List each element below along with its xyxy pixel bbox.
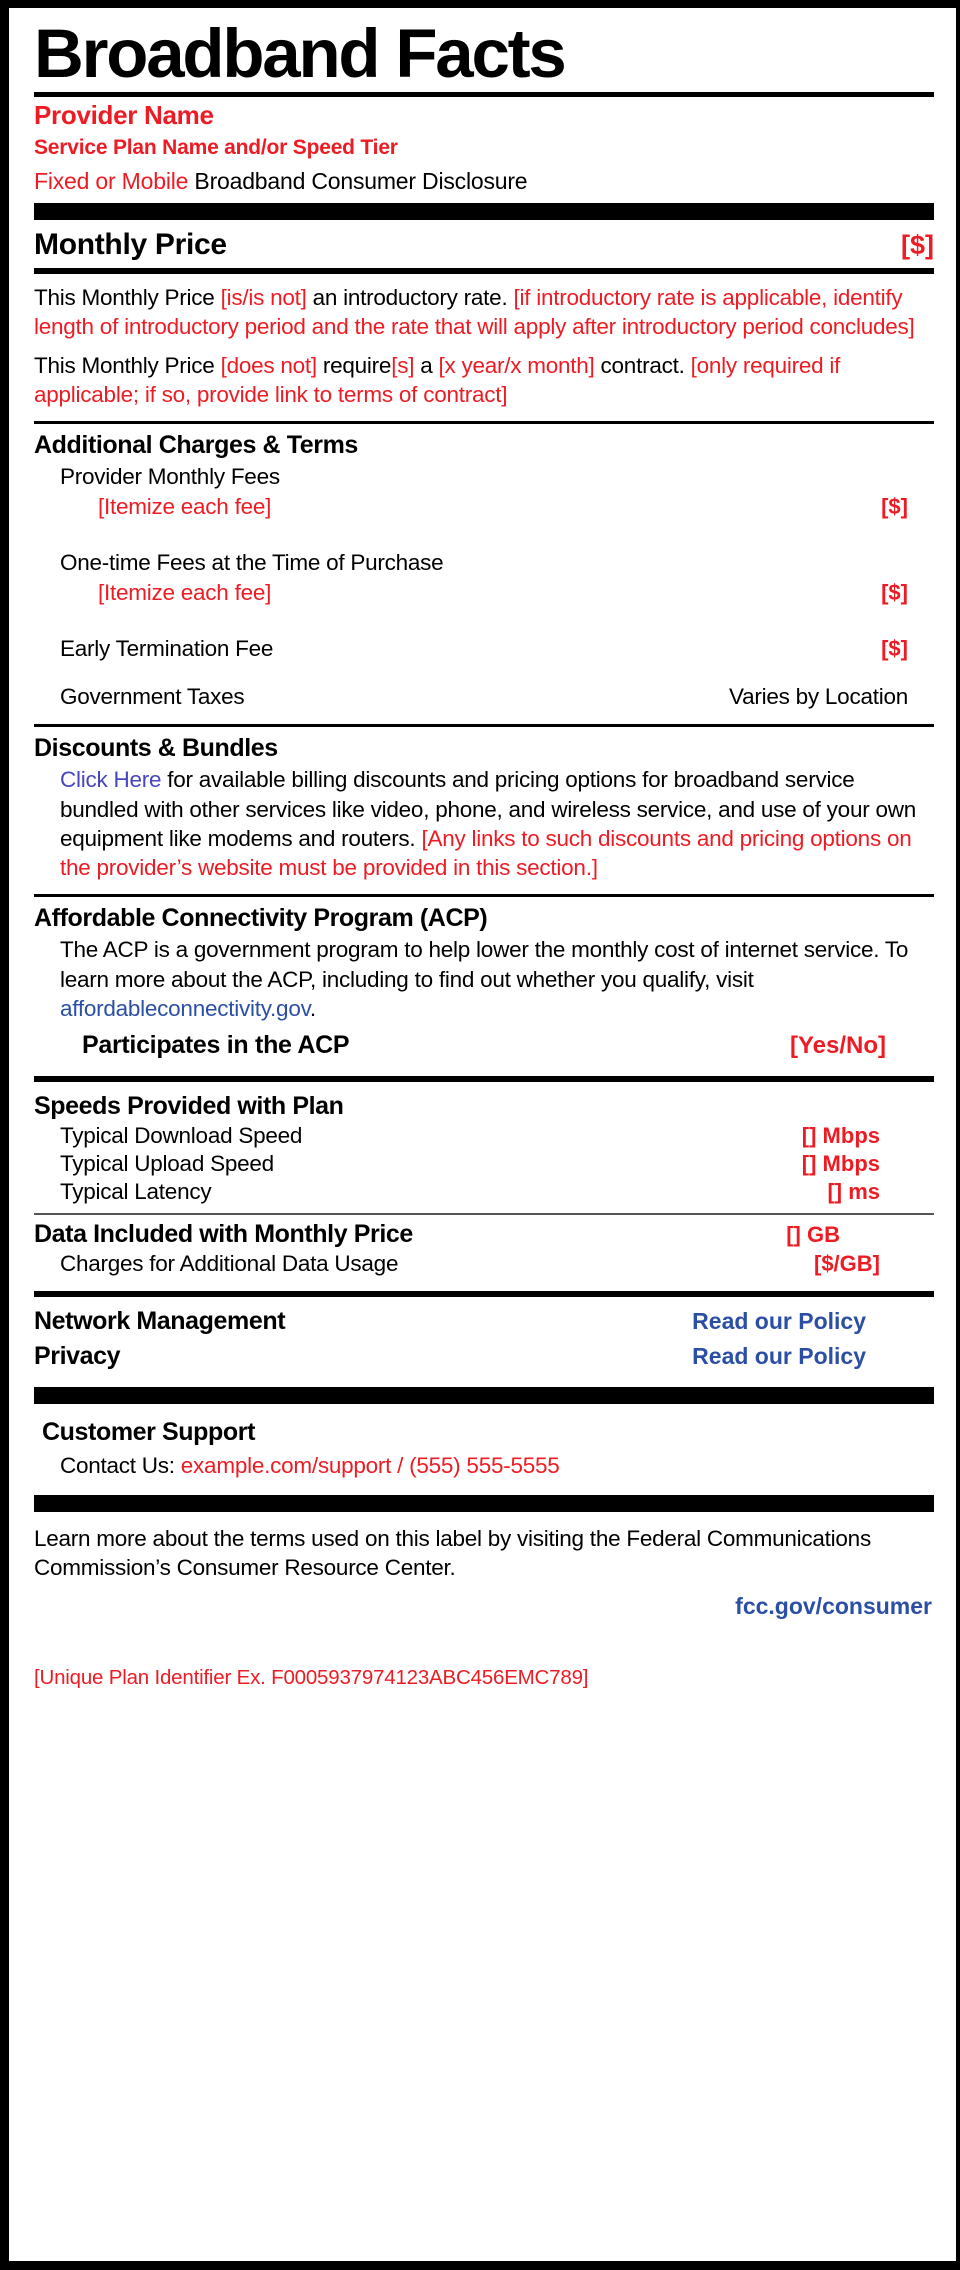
disclosure-text: Broadband Consumer Disclosure — [188, 167, 528, 194]
discounts-body: Click Here for available billing discoun… — [60, 765, 928, 882]
itemize-onetime-fee-value: [$] — [881, 580, 908, 606]
divider-policies — [34, 1291, 934, 1298]
table-row: Government Taxes Varies by Location — [60, 684, 946, 710]
acp-participates-value: [Yes/No] — [789, 1032, 886, 1060]
divider-speeds — [34, 1076, 934, 1083]
discounts-heading: Discounts & Bundles — [34, 734, 278, 763]
data-included-row: Data Included with Monthly Price [] GB — [34, 1220, 946, 1249]
contract-placeholder-1: [does not] — [220, 352, 318, 378]
contact-us-label: Contact Us: — [60, 1453, 181, 1479]
intro-rate-text-1: This Monthly Price — [34, 285, 221, 311]
contact-us-value[interactable]: example.com/support / (555) 555-5555 — [181, 1453, 560, 1478]
early-termination-fee-value: [$] — [881, 636, 908, 662]
download-speed-label: Typical Download Speed — [60, 1123, 303, 1149]
data-included-label: Data Included with Monthly Price — [34, 1220, 413, 1249]
contact-us-line: Contact Us: example.com/support / (555) … — [60, 1453, 946, 1479]
table-row: Charges for Additional Data Usage [$/GB] — [60, 1251, 946, 1277]
acp-heading: Affordable Connectivity Program (ACP) — [34, 904, 488, 933]
title-underline — [34, 91, 934, 97]
monthly-price-value: [$] — [901, 230, 934, 261]
discounts-click-here-link[interactable]: Click Here — [60, 767, 162, 792]
divider-additional-charges — [34, 421, 934, 425]
customer-support-heading: Customer Support — [42, 1418, 256, 1447]
divider-monthly-price — [34, 268, 934, 275]
divider-discounts — [34, 724, 934, 728]
network-management-row: Network Management Read our Policy — [34, 1307, 946, 1336]
divider-data — [34, 1213, 934, 1216]
itemize-monthly-fee-label: [Itemize each fee] — [98, 494, 272, 520]
divider-bar-footer — [34, 1495, 934, 1513]
latency-value: [] ms — [827, 1179, 880, 1205]
table-row: Typical Upload Speed [] Mbps — [60, 1151, 946, 1177]
learn-more-text: Learn more about the terms used on this … — [34, 1526, 871, 1581]
acp-website-link[interactable]: affordableconnectivity.gov — [60, 996, 310, 1021]
data-included-value: [] GB — [786, 1222, 840, 1248]
itemize-monthly-fee-value: [$] — [881, 494, 908, 520]
government-taxes-value: Varies by Location — [729, 684, 908, 710]
divider-acp — [34, 894, 934, 898]
acp-body-text: The ACP is a government program to help … — [60, 937, 909, 992]
monthly-price-label: Monthly Price — [34, 228, 227, 262]
label-inner: Broadband Facts Provider Name Service Pl… — [20, 15, 946, 2259]
divider-bar-support — [34, 1387, 934, 1405]
page-title: Broadband Facts — [34, 15, 567, 92]
government-taxes-label: Government Taxes — [60, 684, 245, 710]
one-time-fees-label: One-time Fees at the Time of Purchase — [60, 550, 444, 576]
contract-text-1: This Monthly Price — [34, 352, 221, 378]
download-speed-value: [] Mbps — [801, 1123, 880, 1149]
acp-participates-row: Participates in the ACP [Yes/No] — [82, 1031, 946, 1060]
table-row: [Itemize each fee] [$] — [98, 494, 946, 520]
upload-speed-label: Typical Upload Speed — [60, 1151, 274, 1177]
network-management-policy-link[interactable]: Read our Policy — [692, 1308, 866, 1335]
acp-body: The ACP is a government program to help … — [60, 935, 928, 1023]
table-row: Typical Download Speed [] Mbps — [60, 1123, 946, 1149]
acp-body-text-end: . — [309, 995, 316, 1021]
acp-participates-label: Participates in the ACP — [82, 1031, 350, 1060]
intro-rate-paragraph: This Monthly Price [is/is not] an introd… — [34, 284, 928, 342]
table-row: One-time Fees at the Time of Purchase — [60, 550, 946, 576]
privacy-row: Privacy Read our Policy — [34, 1342, 946, 1371]
additional-data-charges-label: Charges for Additional Data Usage — [60, 1251, 399, 1277]
early-termination-fee-label: Early Termination Fee — [60, 636, 274, 662]
speeds-heading: Speeds Provided with Plan — [34, 1092, 344, 1121]
upload-speed-value: [] Mbps — [801, 1151, 880, 1177]
privacy-policy-link[interactable]: Read our Policy — [692, 1343, 866, 1370]
latency-label: Typical Latency — [60, 1179, 212, 1205]
contract-paragraph: This Monthly Price [does not] require[s]… — [34, 352, 928, 410]
plan-name: Service Plan Name and/or Speed Tier — [34, 135, 398, 159]
broadband-facts-label: Broadband Facts Provider Name Service Pl… — [0, 0, 960, 2270]
table-row: Early Termination Fee [$] — [60, 636, 946, 662]
provider-name: Provider Name — [34, 99, 214, 130]
additional-charges-heading: Additional Charges & Terms — [34, 431, 358, 460]
disclosure-line: Fixed or Mobile Broadband Consumer Discl… — [34, 168, 946, 194]
intro-rate-placeholder-1: [is/is not] — [220, 285, 307, 311]
itemize-onetime-fee-label: [Itemize each fee] — [98, 580, 272, 606]
divider-bar-header — [34, 203, 934, 221]
contract-text-4: contract. — [594, 352, 691, 378]
privacy-label: Privacy — [34, 1342, 121, 1371]
intro-rate-text-2: an introductory rate. — [306, 285, 514, 311]
table-row: [Itemize each fee] [$] — [98, 580, 946, 606]
unique-plan-identifier: [Unique Plan Identifier Ex. F00059379741… — [34, 1665, 589, 1689]
disclosure-type: Fixed or Mobile — [34, 167, 189, 194]
contract-placeholder-3: [x year/x month] — [438, 352, 595, 378]
network-management-label: Network Management — [34, 1307, 286, 1336]
table-row: Typical Latency [] ms — [60, 1179, 946, 1205]
contract-text-3: a — [414, 352, 439, 378]
provider-monthly-fees-label: Provider Monthly Fees — [60, 464, 280, 490]
contract-placeholder-2: [s] — [391, 352, 415, 378]
contract-text-2: require — [316, 352, 392, 378]
table-row: Provider Monthly Fees — [60, 464, 946, 490]
monthly-price-row: Monthly Price [$] — [34, 228, 934, 262]
fcc-consumer-link[interactable]: fcc.gov/consumer — [20, 1593, 932, 1620]
additional-data-charges-value: [$/GB] — [814, 1251, 880, 1277]
